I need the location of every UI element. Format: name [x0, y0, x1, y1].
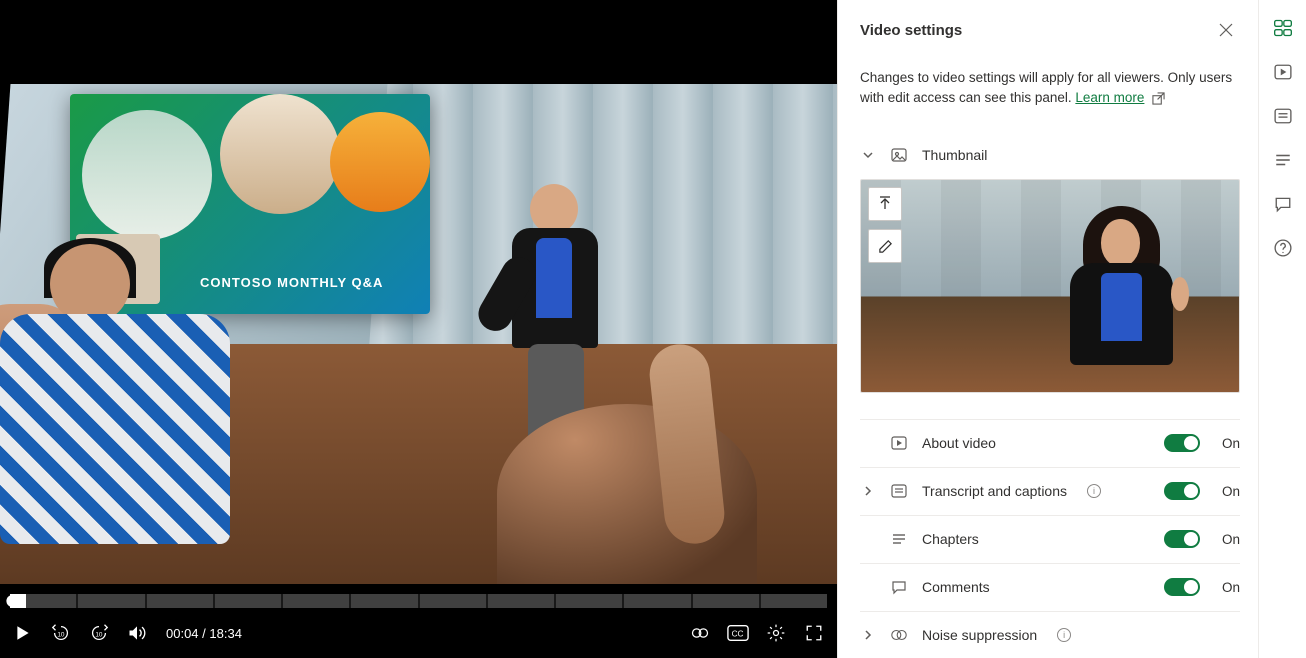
section-label: Comments: [922, 579, 990, 595]
edit-thumbnail-button[interactable]: [868, 229, 902, 263]
forward-10-button[interactable]: 10: [88, 622, 110, 644]
video-player: CONTOSO MONTHLY Q&A: [0, 0, 837, 658]
panel-description: Changes to video settings will apply for…: [860, 68, 1240, 107]
volume-button[interactable]: [126, 622, 148, 644]
thumbnail-preview-area: [860, 179, 1240, 393]
svg-text:10: 10: [95, 632, 103, 639]
toggle-state-label: On: [1222, 436, 1240, 451]
rail-help-button[interactable]: [1269, 234, 1297, 262]
comments-icon: [890, 579, 908, 595]
playback-settings-button[interactable]: [765, 622, 787, 644]
video-scene: CONTOSO MONTHLY Q&A: [0, 84, 837, 584]
video-settings-panel: Video settings Changes to video settings…: [837, 0, 1306, 658]
transcript-icon: [890, 483, 908, 499]
scrub-handle[interactable]: [6, 595, 18, 607]
upload-thumbnail-button[interactable]: [868, 187, 902, 221]
chevron-right-icon: [860, 629, 876, 641]
section-about-video[interactable]: About video On: [860, 419, 1240, 467]
panel-title: Video settings: [860, 22, 962, 39]
captions-button[interactable]: CC: [727, 622, 749, 644]
section-label: Thumbnail: [922, 147, 987, 163]
transcript-toggle[interactable]: [1164, 482, 1200, 500]
video-frame[interactable]: CONTOSO MONTHLY Q&A: [0, 0, 837, 594]
toggle-state-label: On: [1222, 484, 1240, 499]
chapters-toggle[interactable]: [1164, 530, 1200, 548]
section-label: About video: [922, 435, 996, 451]
section-transcript[interactable]: Transcript and captions i On: [860, 467, 1240, 515]
rail-about-video-button[interactable]: [1269, 58, 1297, 86]
chevron-right-icon: [860, 485, 876, 497]
svg-text:10: 10: [57, 632, 65, 639]
playback-time: 00:04 / 18:34: [166, 626, 242, 641]
rail-video-settings-button[interactable]: [1269, 14, 1297, 42]
thumbnail-icon: [890, 147, 908, 163]
learn-more-link[interactable]: Learn more: [1075, 90, 1144, 105]
rail-comments-button[interactable]: [1269, 190, 1297, 218]
toggle-state-label: On: [1222, 580, 1240, 595]
section-label: Transcript and captions: [922, 483, 1067, 499]
play-button[interactable]: [12, 622, 34, 644]
toggle-state-label: On: [1222, 532, 1240, 547]
svg-text:CC: CC: [732, 630, 744, 639]
section-label: Chapters: [922, 531, 979, 547]
rail-chapters-button[interactable]: [1269, 146, 1297, 174]
right-rail: [1258, 0, 1306, 658]
playback-timeline[interactable]: [10, 594, 827, 608]
rewind-10-button[interactable]: 10: [50, 622, 72, 644]
section-chapters[interactable]: Chapters On: [860, 515, 1240, 563]
chevron-down-icon: [860, 149, 876, 161]
section-noise-suppression[interactable]: Noise suppression i: [860, 611, 1240, 658]
player-controls: 10 10 00:04 / 18:34 CC: [0, 608, 837, 658]
comments-toggle[interactable]: [1164, 578, 1200, 596]
close-panel-button[interactable]: [1212, 16, 1240, 44]
about-video-icon: [890, 435, 908, 451]
rail-transcript-button[interactable]: [1269, 102, 1297, 130]
info-icon[interactable]: i: [1087, 484, 1101, 498]
fullscreen-button[interactable]: [803, 622, 825, 644]
external-link-icon: [1152, 92, 1165, 105]
section-thumbnail-header[interactable]: Thumbnail: [860, 131, 1240, 179]
chapters-icon: [890, 531, 908, 547]
section-comments[interactable]: Comments On: [860, 563, 1240, 611]
about-video-toggle[interactable]: [1164, 434, 1200, 452]
thumbnail-image: [860, 179, 1240, 393]
audience-figure: [0, 244, 260, 544]
noise-suppression-button[interactable]: [689, 622, 711, 644]
noise-icon: [890, 627, 908, 643]
section-label: Noise suppression: [922, 627, 1037, 643]
info-icon[interactable]: i: [1057, 628, 1071, 642]
